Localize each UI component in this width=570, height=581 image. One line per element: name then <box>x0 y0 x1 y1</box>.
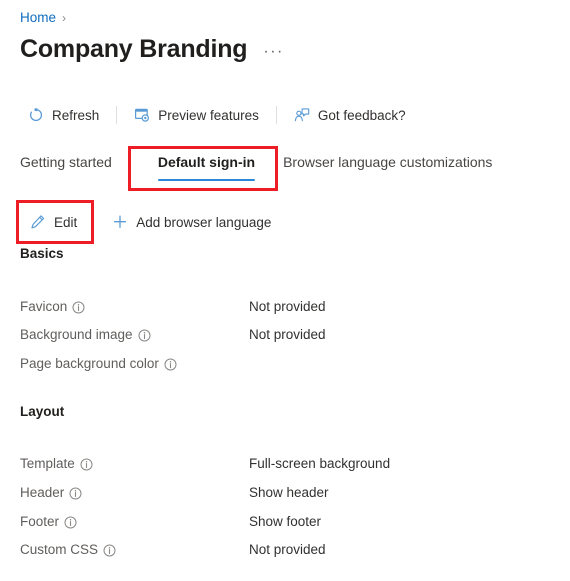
label-favicon-text: Favicon <box>20 299 68 314</box>
command-bar-divider-2 <box>275 106 277 124</box>
command-bar: Refresh Preview features Got feedback? <box>20 100 414 130</box>
feedback-icon <box>294 107 310 123</box>
label-footer: Footer <box>20 513 249 531</box>
info-icon[interactable] <box>138 329 151 342</box>
preview-features-label: Preview features <box>158 107 259 123</box>
value-footer: Show footer <box>249 514 322 529</box>
value-template: Full-screen background <box>249 456 391 471</box>
row-custom-css: Custom CSS Not provided <box>20 541 550 559</box>
label-page-background-color: Page background color <box>20 355 249 373</box>
tab-list: Getting started Default sign-in Browser … <box>20 152 524 188</box>
value-favicon: Not provided <box>249 299 326 314</box>
info-icon[interactable] <box>164 358 177 371</box>
label-header-text: Header <box>20 485 65 500</box>
command-bar-divider-1 <box>116 106 118 124</box>
tab-browser-language-customizations[interactable]: Browser language customizations <box>283 152 508 181</box>
sub-command-bar: Edit Add browser language <box>22 208 279 236</box>
value-background-image: Not provided <box>249 327 326 342</box>
info-icon[interactable] <box>69 487 82 500</box>
page-title-row: Company Branding ··· <box>20 34 284 64</box>
label-custom-css-text: Custom CSS <box>20 542 99 557</box>
refresh-icon <box>28 107 44 123</box>
label-background-image: Background image <box>20 326 249 344</box>
add-browser-language-label: Add browser language <box>136 214 272 230</box>
row-template: Template Full-screen background <box>20 455 550 473</box>
row-background-image: Background image Not provided <box>20 326 550 344</box>
row-footer: Footer Show footer <box>20 513 550 531</box>
add-browser-language-button[interactable]: Add browser language <box>104 207 279 237</box>
value-custom-css: Not provided <box>249 542 326 557</box>
info-icon[interactable] <box>80 458 93 471</box>
tab-getting-started[interactable]: Getting started <box>20 152 128 181</box>
plus-icon <box>112 214 128 230</box>
label-header: Header <box>20 484 249 502</box>
label-background-image-text: Background image <box>20 327 133 342</box>
edit-label: Edit <box>54 214 78 230</box>
value-header: Show header <box>249 485 329 500</box>
label-favicon: Favicon <box>20 298 249 316</box>
breadcrumb-link-home[interactable]: Home <box>20 9 56 27</box>
info-icon[interactable] <box>72 301 85 314</box>
label-custom-css: Custom CSS <box>20 541 249 559</box>
label-template-text: Template <box>20 456 75 471</box>
info-icon[interactable] <box>64 516 77 529</box>
row-page-background-color: Page background color <box>20 355 550 373</box>
row-header: Header Show header <box>20 484 550 502</box>
edit-button[interactable]: Edit <box>22 207 85 237</box>
section-heading-basics: Basics <box>20 246 64 261</box>
info-icon[interactable] <box>103 544 116 557</box>
got-feedback-button[interactable]: Got feedback? <box>286 100 414 130</box>
preview-features-icon <box>134 107 150 123</box>
more-options-icon[interactable]: ··· <box>263 44 283 64</box>
tab-default-sign-in[interactable]: Default sign-in <box>144 152 269 181</box>
row-favicon: Favicon Not provided <box>20 298 550 316</box>
page-title: Company Branding <box>20 35 248 63</box>
preview-features-button[interactable]: Preview features <box>126 100 267 130</box>
refresh-label: Refresh <box>52 107 100 123</box>
breadcrumb: Home › <box>20 9 66 27</box>
chevron-right-icon: › <box>62 11 67 25</box>
got-feedback-label: Got feedback? <box>317 107 406 123</box>
section-heading-layout: Layout <box>20 404 65 419</box>
label-page-background-color-text: Page background color <box>20 356 159 371</box>
pencil-icon <box>30 214 46 230</box>
refresh-button[interactable]: Refresh <box>20 100 107 130</box>
label-footer-text: Footer <box>20 514 60 529</box>
label-template: Template <box>20 455 249 473</box>
